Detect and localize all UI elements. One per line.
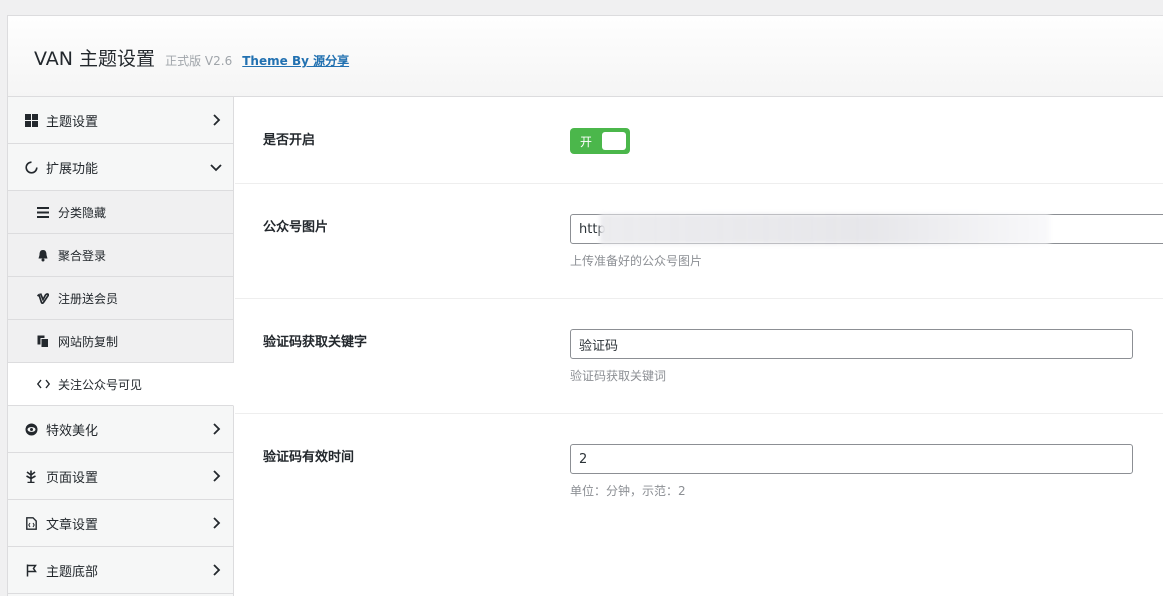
sidebar-item-label: 扩展功能: [46, 161, 99, 177]
redacted-blur: [600, 214, 1050, 244]
sidebar-subitem-follow-wechat[interactable]: 关注公众号可见: [8, 363, 234, 406]
bell-icon: [36, 248, 50, 262]
field-enable: 开: [570, 128, 630, 154]
sidebar-subitem-label: 分类隐藏: [58, 205, 107, 220]
enable-toggle[interactable]: 开: [570, 128, 630, 154]
theme-author-link[interactable]: Theme By 源分享: [242, 54, 349, 68]
sidebar-item-label: 主题底部: [46, 564, 99, 580]
sidebar-subitem-social-login[interactable]: 聚合登录: [8, 234, 233, 277]
row-qr-image: 公众号图片 上传准备好的公众号图片: [235, 184, 1163, 299]
leaf-icon: [24, 469, 38, 483]
chevron-right-icon: [209, 469, 223, 483]
sidebar-item-label: 特效美化: [46, 423, 99, 439]
version-label: 正式版 V2.6: [165, 54, 233, 68]
title-text: VAN 主题设置: [34, 48, 156, 70]
copy-icon: [36, 334, 50, 348]
field-expire: 单位：分钟，示范：2: [570, 444, 1133, 499]
chevron-down-icon: [209, 160, 223, 174]
sidebar-item-label: 文章设置: [46, 517, 99, 533]
keyword-input[interactable]: [570, 329, 1133, 359]
field-label: 公众号图片: [263, 220, 329, 235]
field-help: 单位：分钟，示范：2: [570, 484, 686, 498]
page-title: VAN 主题设置 正式版 V2.6 Theme By 源分享: [34, 44, 349, 71]
settings-content: 是否开启 开 公众号图片 上传准备好的公众号图片 验证码获取关键字: [235, 97, 1163, 596]
field-qr-image: 上传准备好的公众号图片: [570, 214, 1163, 269]
sidebar-item-label: 主题设置: [46, 114, 99, 130]
row-expire: 验证码有效时间 单位：分钟，示范：2: [235, 414, 1163, 594]
sidebar-item-effects[interactable]: 特效美化: [8, 406, 233, 453]
field-help: 验证码获取关键词: [570, 369, 667, 383]
sidebar-subitem-register-vip[interactable]: 注册送会员: [8, 277, 233, 320]
bars-icon: [36, 205, 50, 219]
circle-notch-icon: [24, 160, 38, 174]
field-keyword: 验证码获取关键词: [570, 329, 1133, 384]
sidebar-item-page-settings[interactable]: 页面设置: [8, 453, 233, 500]
chevron-right-icon: [209, 516, 223, 530]
toggle-text: 开: [580, 135, 593, 149]
field-label: 是否开启: [263, 133, 316, 148]
field-help: 上传准备好的公众号图片: [570, 254, 703, 268]
sidebar-item-theme-settings[interactable]: 主题设置: [8, 97, 233, 144]
field-label: 验证码有效时间: [263, 450, 355, 465]
chevron-right-icon: [209, 113, 223, 127]
code-icon: [36, 377, 50, 391]
panel-header: VAN 主题设置 正式版 V2.6 Theme By 源分享: [8, 16, 1163, 97]
sidebar-subitem-label: 网站防复制: [58, 334, 119, 349]
field-label: 验证码获取关键字: [263, 335, 368, 350]
expire-time-input[interactable]: [570, 444, 1133, 474]
sidebar: 主题设置 扩展功能 分类隐藏 聚合登录 注册送会员 网站防复制 关注公众号可见 …: [8, 97, 234, 596]
sidebar-item-label: 页面设置: [46, 470, 99, 486]
vimeo-icon: [36, 291, 50, 305]
flag-icon: [24, 563, 38, 577]
chevron-right-icon: [209, 563, 223, 577]
sidebar-subitem-label: 注册送会员: [58, 291, 119, 306]
sidebar-item-extensions[interactable]: 扩展功能: [8, 144, 233, 191]
sidebar-item-theme-footer[interactable]: 主题底部: [8, 547, 233, 594]
sidebar-subitem-anti-copy[interactable]: 网站防复制: [8, 320, 233, 363]
grid-icon: [24, 113, 38, 127]
chevron-right-icon: [209, 422, 223, 436]
row-enable: 是否开启 开: [235, 97, 1163, 184]
sidebar-subitem-label: 关注公众号可见: [58, 377, 143, 392]
row-keyword: 验证码获取关键字 验证码获取关键词: [235, 299, 1163, 414]
toggle-knob: [602, 132, 626, 150]
settings-panel: VAN 主题设置 正式版 V2.6 Theme By 源分享 主题设置 扩展功能: [7, 15, 1163, 596]
sidebar-subitem-label: 聚合登录: [58, 248, 107, 263]
eye-icon: [24, 422, 38, 436]
sidebar-subitem-category-hide[interactable]: 分类隐藏: [8, 191, 233, 234]
file-code-icon: [24, 516, 38, 530]
sidebar-item-post-settings[interactable]: 文章设置: [8, 500, 233, 547]
